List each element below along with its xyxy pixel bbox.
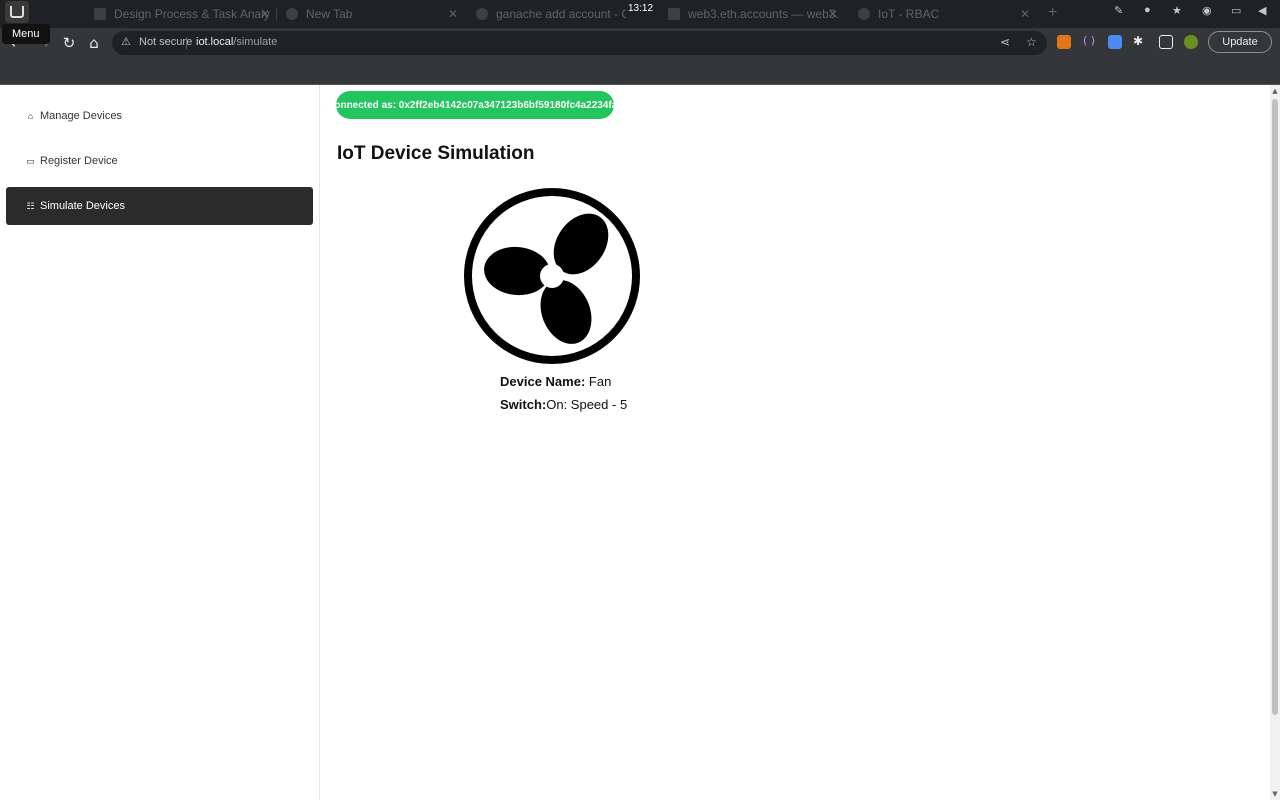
tab-title: web3.eth.accounts — web3.js [688, 7, 838, 21]
grid-list-icon: ☷ [26, 200, 35, 211]
side-panel-icon[interactable] [1159, 35, 1173, 49]
menu-tooltip: Menu [2, 24, 50, 44]
reload-icon[interactable]: ↻ [58, 32, 80, 54]
update-button[interactable]: Update [1208, 31, 1272, 53]
bookmark-star-icon[interactable]: ☆ [1026, 35, 1037, 49]
address-divider [186, 37, 187, 49]
extensions-puzzle-icon[interactable]: ✱ [1133, 34, 1147, 48]
device-switch-line: Switch:On: Speed - 5 [500, 397, 627, 412]
sidebar-item-manage-devices[interactable]: ⌂ Manage Devices [6, 97, 313, 135]
address-bar[interactable]: ⚠ Not secure iot.local/simulate ⋖ ☆ [112, 31, 1047, 55]
tab-title: IoT - RBAC [878, 7, 940, 21]
fan-icon[interactable] [462, 186, 642, 366]
chrome-favicon-icon [286, 8, 298, 20]
network-icon[interactable]: ◉ [1202, 4, 1212, 17]
profile-avatar[interactable] [1184, 35, 1198, 49]
sidebar-item-label: Manage Devices [40, 110, 122, 122]
home-icon[interactable]: ⌂ [83, 32, 105, 54]
tab-close-icon[interactable]: ✕ [448, 7, 458, 21]
tab-web3[interactable]: web3.eth.accounts — web3.js ✕ [668, 3, 838, 25]
tab-new-tab[interactable]: New Tab ✕ [286, 3, 458, 25]
sidebar-item-label: Simulate Devices [40, 200, 125, 212]
home-icon: ⌂ [27, 111, 34, 121]
brackets-extension-icon[interactable]: ( ) [1083, 34, 1097, 48]
tab-title: ganache add account - Goog [496, 7, 626, 21]
fan-hub [540, 264, 564, 288]
page-scrollbar[interactable]: ▲ ▼ [1270, 85, 1280, 800]
new-tab-icon[interactable]: + [1048, 4, 1057, 22]
sidebar-item-simulate-devices[interactable]: ☷ Simulate Devices [6, 187, 313, 225]
tab-title: New Tab [306, 7, 353, 21]
sidebar-item-label: Register Device [40, 155, 118, 167]
tab-ganache[interactable]: ganache add account - Goog [476, 3, 626, 25]
tab-divider [276, 8, 277, 20]
page-title: IoT Device Simulation [337, 143, 535, 164]
scroll-down-icon[interactable]: ▼ [1271, 790, 1279, 798]
browser-toolbar: ← → ↻ ⌂ ⚠ Not secure iot.local/simulate … [0, 28, 1280, 57]
url-text[interactable]: iot.local/simulate [196, 36, 277, 48]
tab-close-icon[interactable]: ✕ [828, 7, 838, 21]
metamask-extension-icon[interactable] [1057, 35, 1071, 49]
share-icon[interactable]: ⋖ [1000, 35, 1010, 49]
battery-icon[interactable]: ▭ [1231, 4, 1241, 17]
device-name-value: Fan [588, 374, 612, 389]
device-switch-label: Switch: [500, 397, 547, 412]
warning-icon: ⚠ [121, 35, 131, 48]
tab-close-icon[interactable]: ✕ [1020, 7, 1030, 21]
sidebar-item-register-device[interactable]: ▭ Register Device [6, 142, 313, 180]
sidebar: ⌂ Manage Devices ▭ Register Device ☷ Sim… [0, 85, 320, 800]
device-name-line: Device Name: Fan [500, 374, 611, 389]
tab-title: Design Process & Task Analysis [114, 7, 270, 21]
security-label[interactable]: Not secure [139, 36, 192, 48]
device-name-label: Device Name: [500, 374, 586, 389]
tab-design-process[interactable]: Design Process & Task Analysis ✕ [94, 3, 270, 25]
color-picker-icon[interactable]: ✎ [1114, 4, 1123, 17]
globe-favicon-icon [858, 8, 870, 20]
page-content: ⌂ Manage Devices ▭ Register Device ☷ Sim… [0, 85, 1280, 800]
scroll-up-icon[interactable]: ▲ [1271, 87, 1279, 95]
doc-favicon-icon [94, 8, 106, 20]
url-host: iot.local [196, 36, 234, 48]
tab-iot-rbac[interactable]: IoT - RBAC ✕ [858, 3, 1030, 25]
tab-strip: Menu Design Process & Task Analysis ✕ Ne… [0, 0, 1280, 44]
url-path: /simulate [233, 36, 278, 48]
connected-account-badge: Connected as: 0x2ff2eb4142c07a347123b6bf… [327, 91, 623, 119]
web3-favicon-icon [668, 8, 680, 20]
google-favicon-icon [476, 8, 488, 20]
mint-menu-icon[interactable] [5, 1, 29, 23]
monitor-icon: ▭ [26, 155, 35, 166]
tab-close-icon[interactable]: ✕ [260, 7, 270, 21]
volume-icon[interactable]: ◀ [1258, 4, 1266, 17]
device-switch-value: On: Speed - 5 [546, 397, 628, 412]
scrollbar-thumb[interactable] [1272, 99, 1278, 715]
bookmarks-bar [0, 57, 1280, 85]
screenshot-extension-icon[interactable] [1108, 35, 1122, 49]
account-icon[interactable]: ● [1144, 4, 1151, 16]
clock: 13:12 [628, 3, 654, 14]
star-tray-icon[interactable]: ★ [1172, 4, 1182, 17]
